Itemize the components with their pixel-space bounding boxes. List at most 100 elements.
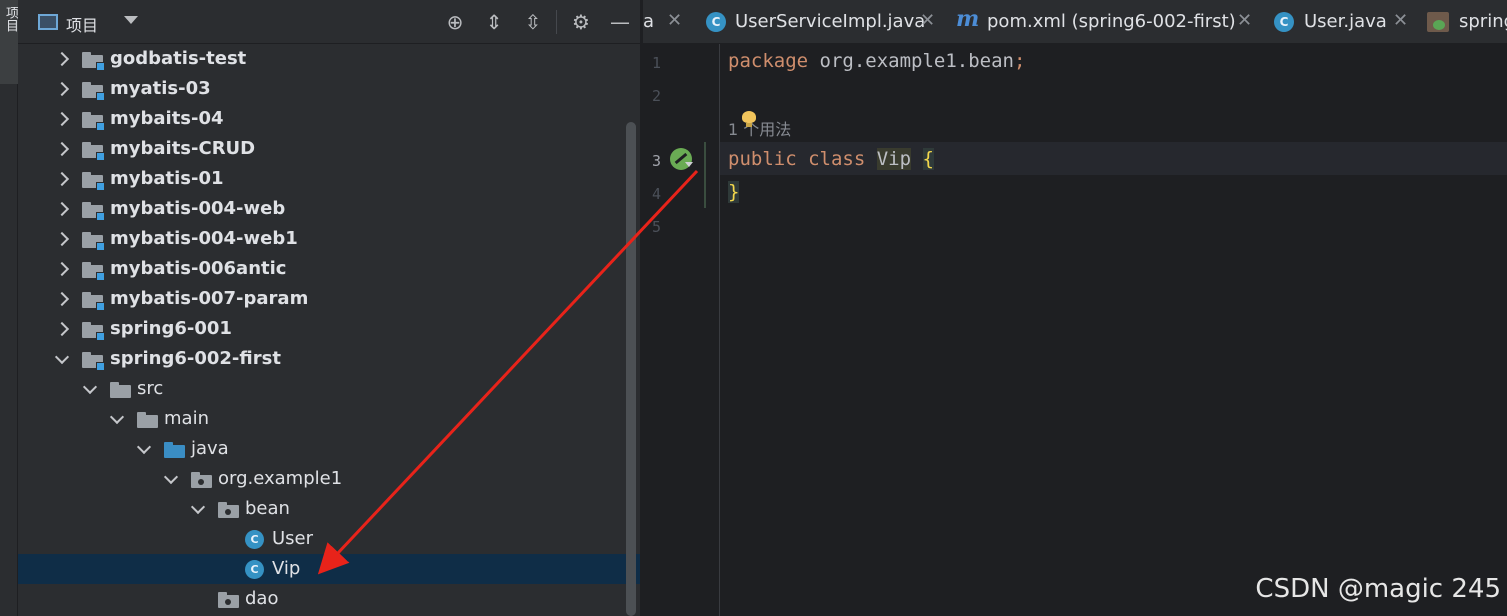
tree-item[interactable]: org.example1: [18, 464, 626, 494]
chevron-right-icon[interactable]: [54, 321, 70, 337]
chevron-down-icon[interactable]: [82, 381, 98, 397]
chevron-down-icon[interactable]: [163, 471, 179, 487]
chevron-down-icon[interactable]: [685, 162, 693, 167]
close-icon[interactable]: ✕: [1393, 10, 1408, 31]
project-panel: 项目 ⊕ ⇕ ⇳ ⚙ — godbatis-test myatis-03 myb…: [18, 0, 640, 616]
hide-panel-icon[interactable]: —: [608, 10, 632, 34]
tree-item[interactable]: src: [18, 374, 626, 404]
close-icon[interactable]: ✕: [920, 10, 935, 31]
tree-item-label: dao: [245, 588, 279, 609]
tab-spring[interactable]: spring: [1425, 0, 1507, 43]
code-keyword: public class: [728, 148, 866, 170]
chevron-right-icon[interactable]: [54, 261, 70, 277]
tree-item[interactable]: main: [18, 404, 626, 434]
chevron-right-icon[interactable]: [54, 201, 70, 217]
tree-item[interactable]: mybaits-CRUD: [18, 134, 626, 164]
chevron-down-icon[interactable]: [136, 441, 152, 457]
line-number: 1: [651, 54, 661, 72]
chevron-down-icon[interactable]: [190, 501, 206, 517]
expand-all-icon[interactable]: ⇕: [482, 10, 506, 34]
chevron-right-icon[interactable]: [54, 141, 70, 157]
tree-item-selected[interactable]: C Vip: [18, 554, 640, 584]
close-icon[interactable]: ✕: [667, 10, 682, 31]
fold-region-marker: [704, 142, 706, 208]
module-folder-icon: [82, 262, 105, 281]
maven-icon: m: [956, 6, 980, 32]
chevron-right-icon[interactable]: [54, 231, 70, 247]
tree-item-label: mybaits-CRUD: [110, 138, 256, 159]
tree-item-label: mybatis-007-param: [110, 288, 309, 309]
code-brace: }: [728, 181, 740, 203]
tree-item-label: godbatis-test: [110, 48, 247, 69]
lightbulb-icon[interactable]: [742, 111, 756, 127]
chevron-right-icon[interactable]: [54, 111, 70, 127]
line-number: 5: [651, 218, 661, 236]
tree-item[interactable]: spring6-002-first: [18, 344, 626, 374]
chevron-down-icon[interactable]: [109, 411, 125, 427]
chevron-right-icon[interactable]: [54, 81, 70, 97]
tab-pom-xml[interactable]: m pom.xml (spring6-002-first) ✕: [953, 0, 1263, 43]
tree-item[interactable]: mybatis-007-param: [18, 284, 626, 314]
gear-icon[interactable]: ⚙: [569, 10, 593, 34]
tree-item[interactable]: bean: [18, 494, 626, 524]
code-brace: {: [922, 148, 934, 170]
tree-item-label: org.example1: [218, 468, 343, 489]
tree-item[interactable]: mybatis-004-web1: [18, 224, 626, 254]
editor-gutter: 1 2 3 4 5: [643, 44, 719, 616]
class-icon: C: [1274, 12, 1294, 32]
code-line-3[interactable]: public class Vip {: [728, 148, 934, 170]
close-icon[interactable]: ✕: [1237, 10, 1252, 31]
tree-item-label: Vip: [272, 558, 301, 579]
module-folder-icon: [82, 292, 105, 311]
tree-item-label: mybatis-01: [110, 168, 224, 189]
module-folder-icon: [82, 202, 105, 221]
line-number: 2: [651, 87, 661, 105]
module-folder-icon: [82, 232, 105, 251]
tree-item-label: bean: [245, 498, 290, 519]
tree-item[interactable]: mybatis-006antic: [18, 254, 626, 284]
chevron-right-icon[interactable]: [54, 51, 70, 67]
tree-item[interactable]: mybatis-01: [18, 164, 626, 194]
module-folder-icon: [82, 322, 105, 341]
class-icon: C: [245, 560, 264, 579]
watermark: CSDN @magic 245: [1255, 574, 1501, 604]
tree-item[interactable]: dao: [18, 584, 626, 614]
code-text: org.example1.bean: [808, 50, 1014, 72]
module-folder-icon: [82, 172, 105, 191]
tree-item[interactable]: C User: [18, 524, 626, 554]
tab-partial[interactable]: a ✕: [643, 0, 701, 43]
select-opened-file-icon[interactable]: ⊕: [443, 10, 467, 34]
tree-item[interactable]: mybaits-04: [18, 104, 626, 134]
tree-item[interactable]: spring6-001: [18, 314, 626, 344]
tab-label: a: [643, 11, 655, 32]
module-folder-icon: [82, 52, 105, 71]
header-separator: [556, 10, 557, 34]
class-icon: C: [245, 530, 264, 549]
class-name: Vip: [876, 148, 912, 170]
code-line-1[interactable]: package org.example1.bean;: [728, 50, 1025, 72]
chevron-right-icon[interactable]: [54, 171, 70, 187]
tree-item-label: spring6-002-first: [110, 348, 281, 369]
tree-item-label: mybaits-04: [110, 108, 224, 129]
package-icon: [218, 502, 240, 518]
project-panel-title[interactable]: 项目: [66, 12, 98, 36]
tree-item[interactable]: java: [18, 434, 626, 464]
project-tool-button[interactable]: 项目: [0, 0, 18, 84]
chevron-down-icon[interactable]: [124, 16, 138, 24]
project-panel-header: 项目 ⊕ ⇕ ⇳ ⚙ —: [18, 0, 640, 44]
usage-hint[interactable]: 1 个用法: [728, 116, 791, 140]
collapse-all-icon[interactable]: ⇳: [521, 10, 545, 34]
tree-item[interactable]: mybatis-004-web: [18, 194, 626, 224]
tab-user-java[interactable]: C User.java ✕: [1269, 0, 1429, 43]
tree-item[interactable]: myatis-03: [18, 74, 626, 104]
code-line-4[interactable]: }: [728, 181, 740, 203]
tree-item-label: mybatis-006antic: [110, 258, 287, 279]
tree-item-label: main: [164, 408, 209, 429]
tree-item[interactable]: godbatis-test: [18, 44, 626, 74]
tab-userserviceimpl[interactable]: C UserServiceImpl.java ✕: [701, 0, 951, 43]
tree-scrollbar[interactable]: [626, 122, 636, 616]
chevron-right-icon[interactable]: [54, 291, 70, 307]
chevron-down-icon[interactable]: [54, 351, 70, 367]
tab-label: pom.xml (spring6-002-first): [987, 11, 1236, 32]
left-tool-strip: 项目: [0, 0, 18, 616]
